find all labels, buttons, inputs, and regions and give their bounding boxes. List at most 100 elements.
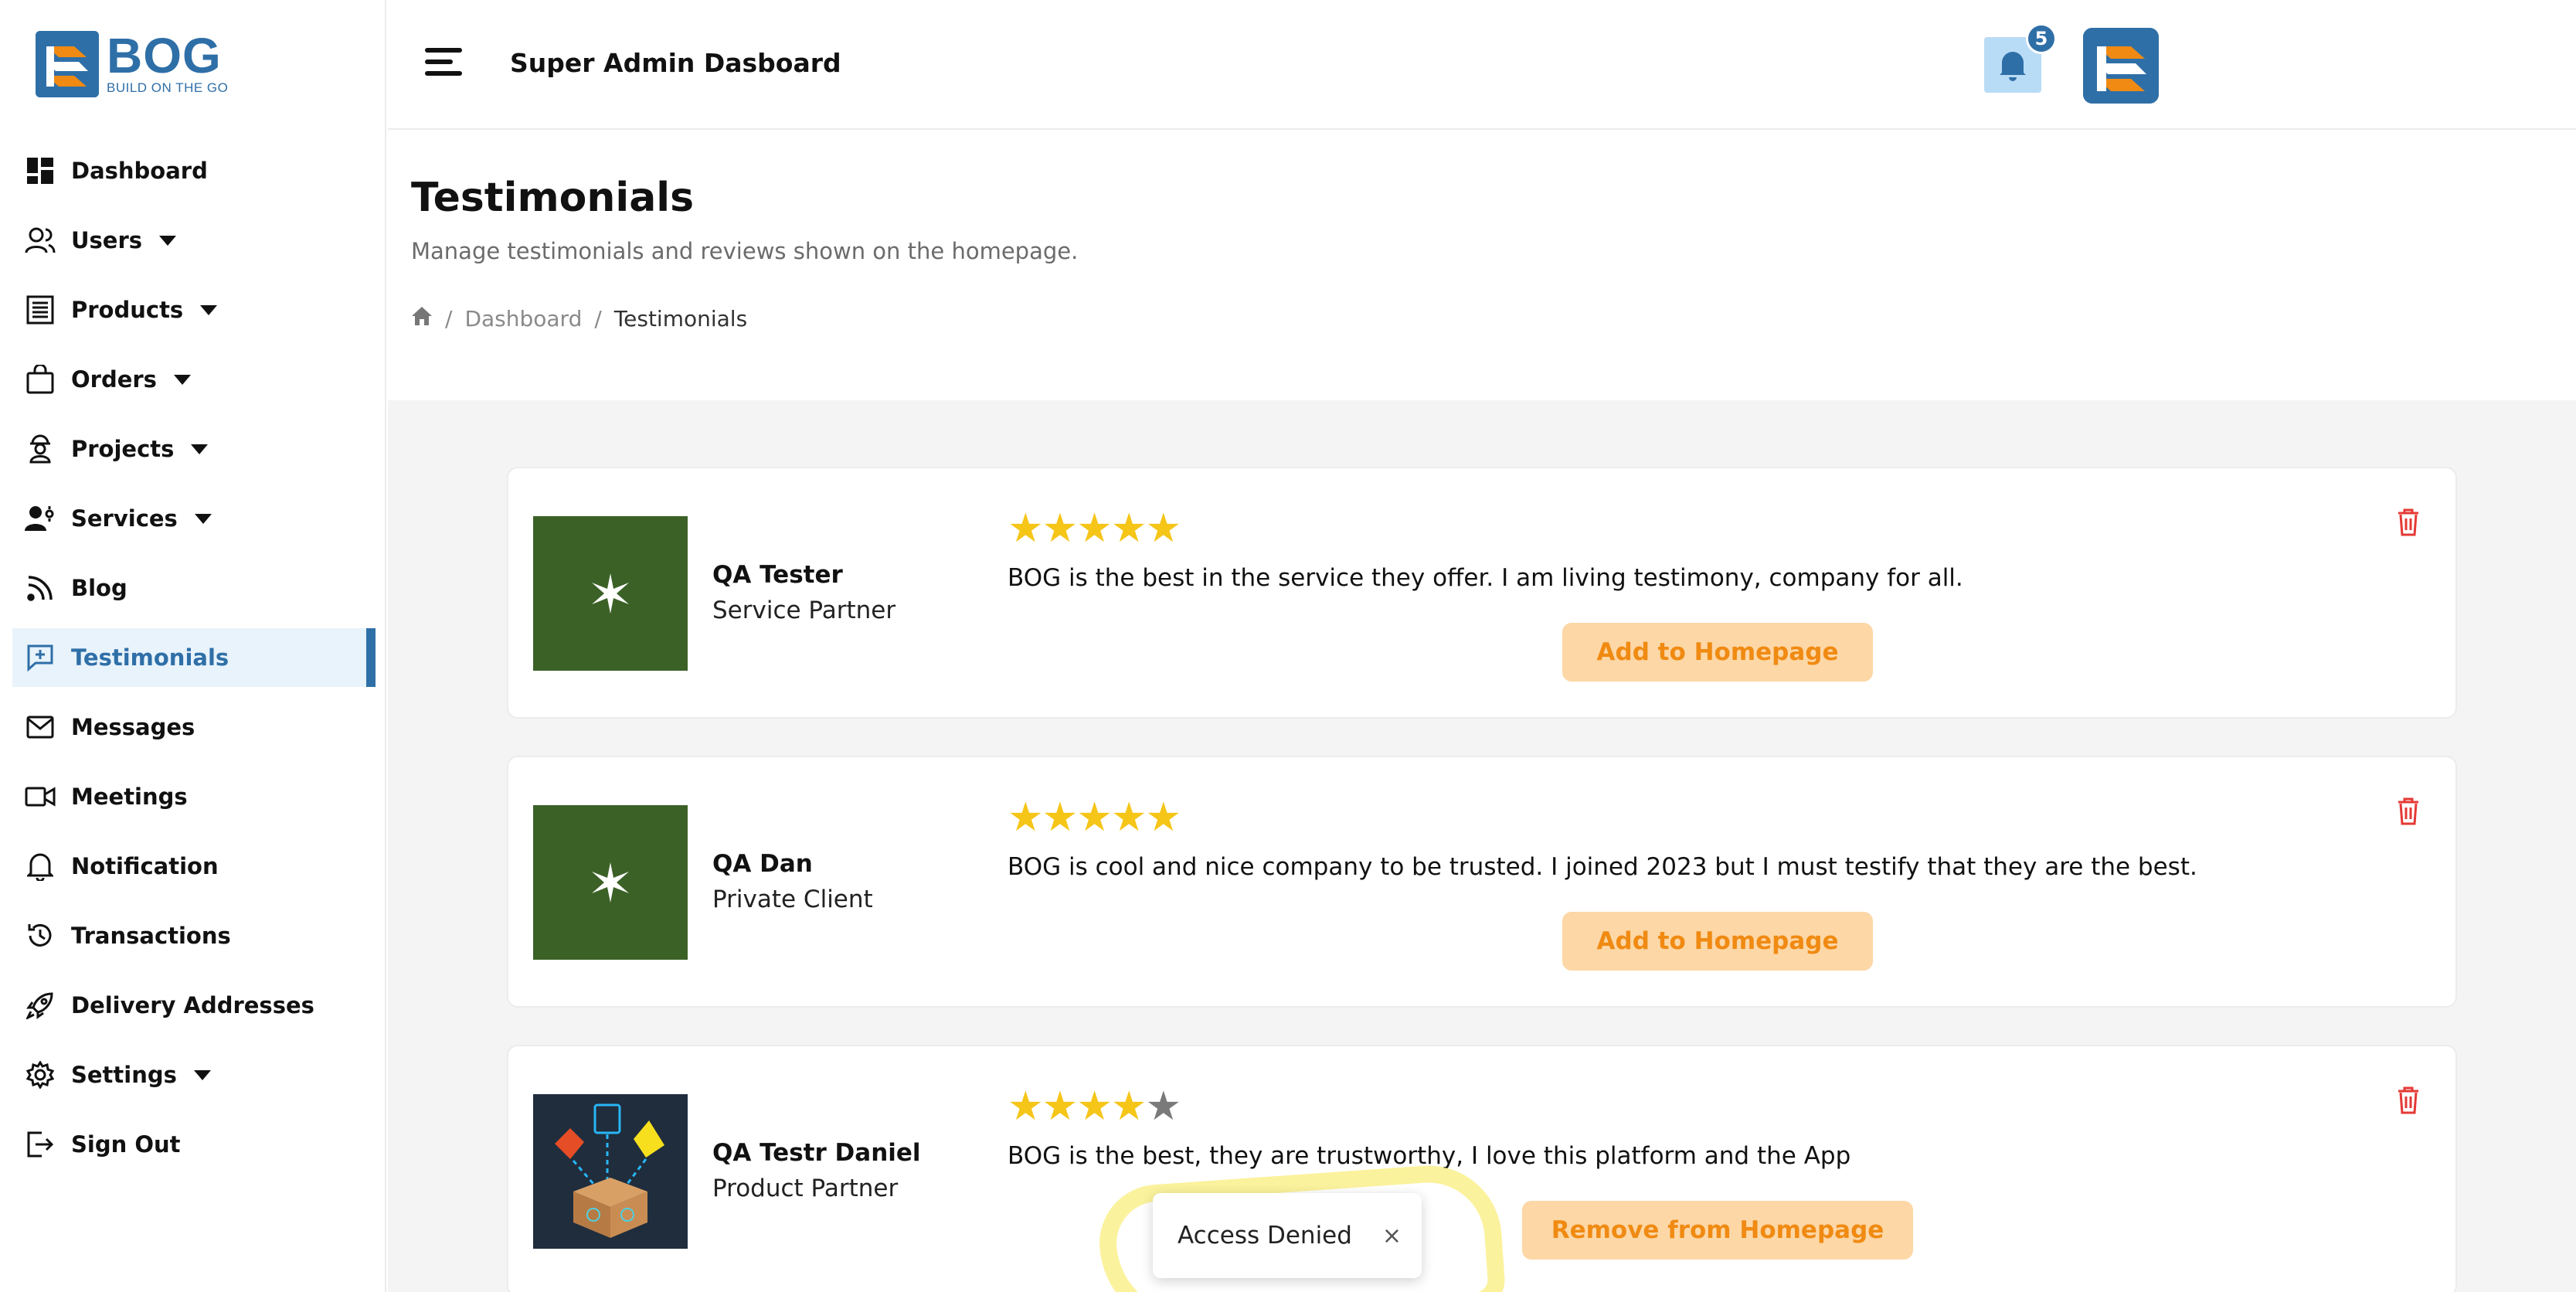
sidebar-item-products[interactable]: Products <box>12 280 376 339</box>
breadcrumb-separator: / <box>445 306 453 332</box>
remove-from-homepage-button[interactable]: Remove from Homepage <box>1522 1201 1913 1260</box>
trash-icon[interactable] <box>2397 797 2420 825</box>
sidebar-item-label: Messages <box>71 714 195 740</box>
notification-count-badge: 5 <box>2026 23 2057 54</box>
sidebar-item-label: Settings <box>71 1062 177 1088</box>
services-icon <box>23 502 57 536</box>
video-icon <box>23 780 57 814</box>
sidebar-item-label: Dashboard <box>71 158 208 184</box>
testimonial-image <box>533 805 688 960</box>
history-icon <box>23 919 57 953</box>
page-header: Testimonials Manage testimonials and rev… <box>388 131 2576 400</box>
trash-icon[interactable] <box>2397 508 2420 536</box>
breadcrumb-dashboard-link[interactable]: Dashboard <box>464 306 582 332</box>
rss-icon <box>23 571 57 605</box>
brand-tagline: BUILD ON THE GO <box>107 80 229 95</box>
testimonial-text: BOG is cool and nice company to be trust… <box>1008 853 2197 881</box>
testimonial-author-name: QA Dan <box>712 850 813 878</box>
sidebar-item-services[interactable]: Services <box>12 489 376 548</box>
breadcrumb-current: Testimonials <box>613 306 748 332</box>
sidebar-item-blog[interactable]: Blog <box>12 559 376 617</box>
testimonial-author-role: Service Partner <box>712 597 896 624</box>
top-header: Super Admin Dasboard <box>388 0 2576 130</box>
sidebar-item-messages[interactable]: Messages <box>12 698 376 756</box>
sparkle-icon <box>592 573 629 614</box>
bag-icon <box>23 362 57 396</box>
chevron-down-icon[interactable] <box>159 235 177 246</box>
users-icon <box>23 223 57 257</box>
rocket-icon <box>23 988 57 1022</box>
sidebar-item-label: Delivery Addresses <box>71 992 314 1018</box>
bell-icon <box>2000 52 2026 81</box>
sidebar-item-label: Products <box>71 297 184 323</box>
star-filled-icons: ★★★★★ <box>1008 794 1181 841</box>
sidebar-item-delivery-addresses[interactable]: Delivery Addresses <box>12 976 376 1035</box>
chevron-down-icon[interactable] <box>173 374 191 385</box>
chevron-down-icon[interactable] <box>193 1069 211 1080</box>
sidebar-item-label: Testimonials <box>71 644 229 671</box>
products-icon <box>23 293 57 327</box>
testimonial-icon <box>23 641 57 675</box>
dashboard-icon <box>23 154 57 188</box>
rating-stars: ★★★★★ <box>1008 794 1181 841</box>
worker-icon <box>23 432 57 466</box>
sidebar: BOG BUILD ON THE GO Dashboard Users Prod… <box>0 0 386 1292</box>
toast-notification: Access Denied × <box>1153 1193 1422 1278</box>
sidebar-item-label: Users <box>71 227 143 253</box>
sidebar-item-testimonials[interactable]: Testimonials <box>12 628 376 687</box>
toast-message: Access Denied <box>1178 1222 1352 1250</box>
chevron-down-icon[interactable] <box>191 444 209 454</box>
sidebar-item-label: Orders <box>71 366 157 393</box>
sidebar-item-users[interactable]: Users <box>12 211 376 270</box>
testimonial-text: BOG is the best in the service they offe… <box>1008 564 1963 592</box>
testimonial-image <box>533 1094 688 1249</box>
testimonial-image <box>533 516 688 671</box>
add-to-homepage-button[interactable]: Add to Homepage <box>1562 912 1873 971</box>
sidebar-item-label: Meetings <box>71 784 188 810</box>
testimonial-author-name: QA Tester <box>712 561 843 589</box>
header-title: Super Admin Dasboard <box>510 48 841 78</box>
chevron-down-icon[interactable] <box>194 513 212 524</box>
sidebar-item-meetings[interactable]: Meetings <box>12 767 376 826</box>
sidebar-item-orders[interactable]: Orders <box>12 350 376 409</box>
user-avatar[interactable] <box>2083 28 2159 104</box>
chevron-down-icon[interactable] <box>200 304 218 315</box>
sidebar-item-dashboard[interactable]: Dashboard <box>12 141 376 200</box>
sidebar-item-label: Blog <box>71 575 127 601</box>
home-icon[interactable] <box>411 306 433 332</box>
sidebar-item-transactions[interactable]: Transactions <box>12 906 376 965</box>
testimonial-card: QA Dan Private Client ★★★★★ BOG is cool … <box>507 756 2457 1008</box>
breadcrumb: / Dashboard / Testimonials <box>411 306 747 332</box>
close-icon[interactable]: × <box>1382 1222 1402 1250</box>
brand-name: BOG <box>107 28 222 83</box>
sidebar-item-label: Sign Out <box>71 1131 181 1158</box>
sidebar-item-notification[interactable]: Notification <box>12 837 376 896</box>
testimonials-list: QA Tester Service Partner ★★★★★ BOG is t… <box>388 400 2576 1292</box>
star-empty-icon: ★ <box>1145 1083 1182 1130</box>
page-subtitle: Manage testimonials and reviews shown on… <box>411 238 1079 264</box>
web-package-illustration-icon <box>533 1094 688 1249</box>
menu-toggle-icon[interactable] <box>425 48 462 80</box>
sparkle-icon <box>592 862 629 903</box>
logo-mark-icon <box>36 31 99 97</box>
sidebar-item-sign-out[interactable]: Sign Out <box>12 1115 376 1174</box>
testimonial-card: QA Tester Service Partner ★★★★★ BOG is t… <box>507 467 2457 719</box>
sidebar-item-settings[interactable]: Settings <box>12 1046 376 1104</box>
sidebar-item-label: Projects <box>71 436 175 462</box>
sidebar-item-projects[interactable]: Projects <box>12 420 376 478</box>
signout-icon <box>23 1127 57 1161</box>
page-title: Testimonials <box>411 175 695 221</box>
brand-logo[interactable]: BOG BUILD ON THE GO <box>36 29 228 99</box>
sidebar-nav: Dashboard Users Products Orders Projects… <box>12 141 376 1185</box>
gear-icon <box>23 1058 57 1092</box>
testimonial-author-role: Product Partner <box>712 1175 899 1202</box>
add-to-homepage-button[interactable]: Add to Homepage <box>1562 623 1873 682</box>
star-filled-icons: ★★★★★ <box>1008 505 1181 552</box>
testimonial-author-name: QA Testr Daniel <box>712 1139 921 1167</box>
trash-icon[interactable] <box>2397 1086 2420 1114</box>
bell-icon <box>23 849 57 883</box>
sidebar-item-label: Services <box>71 505 178 532</box>
testimonial-author-role: Private Client <box>712 886 873 913</box>
breadcrumb-separator: / <box>594 306 602 332</box>
star-filled-icons: ★★★★ <box>1008 1083 1147 1130</box>
